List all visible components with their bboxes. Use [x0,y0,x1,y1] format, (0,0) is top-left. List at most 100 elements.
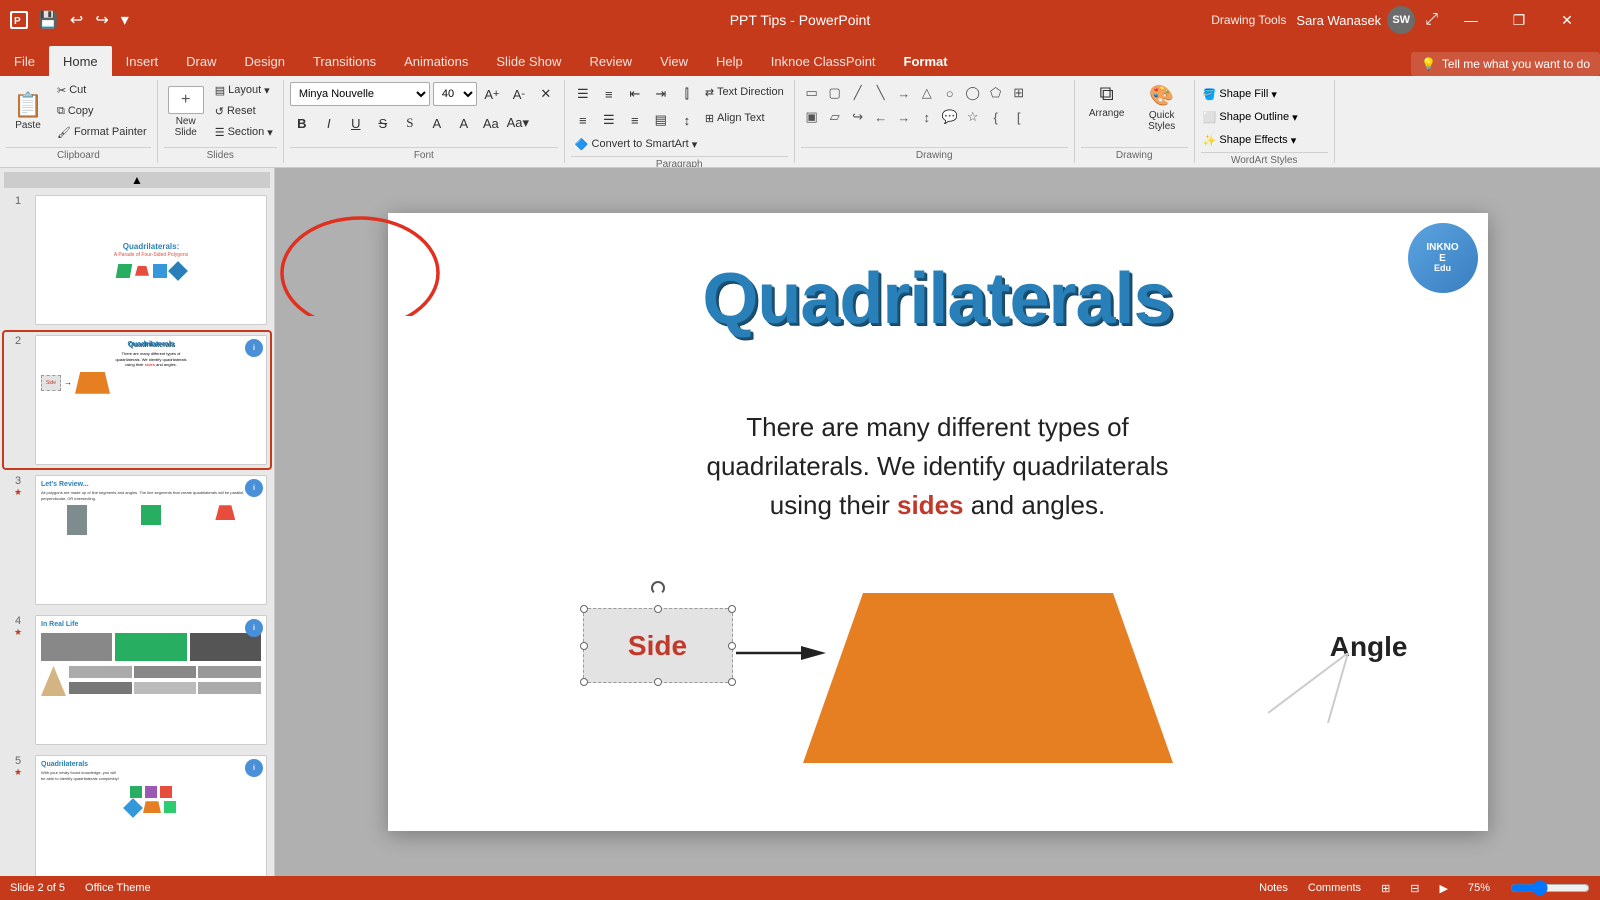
quick-styles-button[interactable]: 🎨 Quick Styles [1136,80,1188,144]
shape-left-arrow[interactable]: ← [870,106,892,128]
shape-bracket[interactable]: [ [1008,106,1030,128]
shape-right-arrow[interactable]: → [893,106,915,128]
font-family-selector[interactable]: Minya Nouvelle [290,82,430,106]
shape-star[interactable]: ☆ [962,106,984,128]
align-right-button[interactable]: ≡ [623,108,647,132]
shape-arrow-line[interactable]: → [893,82,915,104]
undo-button[interactable]: ↩ [66,8,87,32]
tab-format[interactable]: Format [890,46,962,76]
shadow-button[interactable]: S [398,111,422,135]
tab-animations[interactable]: Animations [390,46,482,76]
inknoe-canvas-badge[interactable]: INKNO E Edu [1408,223,1478,293]
slide-thumb-4[interactable]: 4 ★ In Real Life [4,612,270,748]
rotate-handle[interactable] [651,581,665,595]
convert-smartart-button[interactable]: 🔷 Convert to SmartArt ▾ [571,134,701,154]
shape-diagonal-line[interactable]: ╲ [870,82,892,104]
shape-rounded-rect[interactable]: ▢ [824,82,846,104]
tab-transitions[interactable]: Transitions [299,46,390,76]
normal-view-button[interactable]: ⊞ [1381,882,1390,895]
outline-dropdown-icon[interactable]: ▾ [1292,111,1298,124]
slide-1-thumbnail[interactable]: Quadrilaterals: A Parade of Four-Sided P… [35,195,267,325]
slide-thumb-5[interactable]: 5 ★ Quadrilaterals With your newly found… [4,752,270,876]
char-spacing-button[interactable]: Aa [479,111,503,135]
change-case-button[interactable]: Aa▾ [506,111,530,135]
tab-help[interactable]: Help [702,46,757,76]
share-icon[interactable]: ⤢ [1425,11,1438,29]
slide-thumb-1[interactable]: 1 Quadrilaterals: A Parade of Four-Sided… [4,192,270,328]
slide-5-thumbnail[interactable]: Quadrilaterals With your newly found kno… [35,755,267,876]
align-center-button[interactable]: ☰ [597,108,621,132]
shape-rectangle[interactable]: ▭ [801,82,823,104]
comments-button[interactable]: Comments [1308,882,1361,894]
shape-oval[interactable]: ◯ [962,82,984,104]
shape-curve-arrow[interactable]: ↪ [847,106,869,128]
more-commands-button[interactable]: ▾ [117,8,133,32]
reset-button[interactable]: ↺ Reset [211,101,277,121]
shape-triangle[interactable]: △ [916,82,938,104]
slide-sorter-button[interactable]: ⊟ [1410,882,1419,895]
tab-slideshow[interactable]: Slide Show [482,46,575,76]
increase-indent-button[interactable]: ⇥ [649,82,673,106]
slideshow-button[interactable]: ▶ [1440,882,1448,895]
align-left-button[interactable]: ≡ [571,108,595,132]
section-button[interactable]: ☰ Section ▾ [211,122,277,142]
numbering-button[interactable]: ≡ [597,82,621,106]
handle-tr[interactable] [728,605,736,613]
shape-effects-button[interactable]: ✨ Shape Effects ▾ [1201,130,1328,150]
decrease-indent-button[interactable]: ⇤ [623,82,647,106]
slide-thumb-2[interactable]: 2 Quadrilaterals There are many differen… [4,332,270,468]
tab-inknoe[interactable]: Inknoe ClassPoint [757,46,890,76]
line-spacing-button[interactable]: ↕ [675,108,699,132]
bullets-button[interactable]: ☰ [571,82,595,106]
shape-circle[interactable]: ○ [939,82,961,104]
handle-bc[interactable] [654,678,662,686]
close-button[interactable]: ✕ [1544,6,1590,34]
font-color-button[interactable]: A [425,111,449,135]
new-slide-button[interactable]: + New Slide [164,80,208,144]
zoom-slider[interactable] [1510,880,1590,896]
redo-button[interactable]: ↪ [91,8,112,32]
handle-ml[interactable] [580,642,588,650]
shape-line[interactable]: ╱ [847,82,869,104]
tab-view[interactable]: View [646,46,702,76]
effects-dropdown-icon[interactable]: ▾ [1291,134,1297,147]
font-size-selector[interactable]: 40 [433,82,477,106]
shape-brace[interactable]: { [985,106,1007,128]
restore-button[interactable]: ❐ [1496,6,1542,34]
side-textbox[interactable]: Side [583,608,733,683]
tab-insert[interactable]: Insert [112,46,173,76]
tab-review[interactable]: Review [575,46,646,76]
handle-tl[interactable] [580,605,588,613]
strikethrough-button[interactable]: S [371,111,395,135]
shape-rounded-square[interactable]: ▣ [801,106,823,128]
minimize-button[interactable]: — [1448,6,1494,34]
shape-more[interactable]: ⊞ [1008,82,1030,104]
shape-outline-button[interactable]: ⬜ Shape Outline ▾ [1201,107,1328,127]
tab-file[interactable]: File [0,46,49,76]
tab-design[interactable]: Design [231,46,299,76]
shape-parallelogram[interactable]: ▱ [824,106,846,128]
underline-button[interactable]: U [344,111,368,135]
increase-font-button[interactable]: A+ [480,82,504,106]
copy-button[interactable]: ⧉ Copy [53,101,151,121]
handle-br[interactable] [728,678,736,686]
tell-me-input[interactable]: 💡 Tell me what you want to do [1411,52,1600,76]
slide-2-thumbnail[interactable]: Quadrilaterals There are many different … [35,335,267,465]
avatar[interactable]: SW [1387,6,1415,34]
layout-button[interactable]: ▤ Layout ▾ [211,80,277,100]
panel-scroll-up[interactable]: ▲ [4,172,270,188]
notes-button[interactable]: Notes [1259,882,1288,894]
slide-3-thumbnail[interactable]: Let's Review... All polygons are made up… [35,475,267,605]
paste-button[interactable]: 📋 Paste [6,80,50,144]
handle-tc[interactable] [654,605,662,613]
text-direction-button[interactable]: ⇄ Text Direction [701,82,788,102]
highlight-button[interactable]: A [452,111,476,135]
shape-callout[interactable]: 💬 [939,106,961,128]
handle-mr[interactable] [728,642,736,650]
slide-thumb-3[interactable]: 3 ★ Let's Review... All polygons are mad… [4,472,270,608]
fill-dropdown-icon[interactable]: ▾ [1271,88,1277,101]
shape-up-down-arrow[interactable]: ↕ [916,106,938,128]
shape-pentagon[interactable]: ⬠ [985,82,1007,104]
handle-bl[interactable] [580,678,588,686]
slide-4-thumbnail[interactable]: In Real Life [35,615,267,745]
